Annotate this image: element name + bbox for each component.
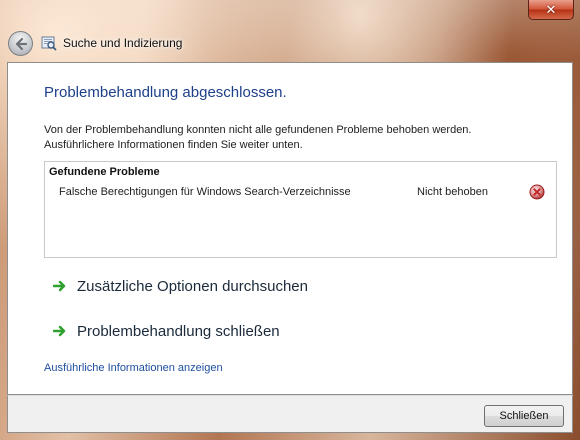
close-button[interactable]: Schließen <box>484 405 564 427</box>
list-item[interactable]: Falsche Berechtigungen für Windows Searc… <box>45 184 556 202</box>
problem-name: Falsche Berechtigungen für Windows Searc… <box>59 186 351 198</box>
content-area: Problembehandlung abgeschlossen. Von der… <box>7 62 573 395</box>
problems-header: Gefundene Probleme <box>49 166 160 178</box>
close-icon: ✕ <box>545 1 557 17</box>
option-label: Zusätzliche Optionen durchsuchen <box>77 277 308 295</box>
option-label: Problembehandlung schließen <box>77 322 280 340</box>
description-line: Ausführlichere Informationen finden Sie … <box>44 139 303 151</box>
glass-sheen <box>0 0 580 60</box>
description: Von der Problembehandlung konnten nicht … <box>44 123 544 153</box>
back-button[interactable] <box>8 31 33 56</box>
option-close-troubleshooter[interactable]: Problembehandlung schließen <box>53 320 280 342</box>
option-additional-search[interactable]: Zusätzliche Optionen durchsuchen <box>53 275 308 297</box>
problem-status: Nicht behoben <box>417 186 488 198</box>
window-title: Suche und Indizierung <box>63 36 183 50</box>
window-close-button[interactable]: ✕ <box>528 0 574 20</box>
error-icon <box>529 184 545 200</box>
green-arrow-icon <box>53 280 66 292</box>
details-link[interactable]: Ausführliche Informationen anzeigen <box>44 362 223 374</box>
green-arrow-icon <box>53 325 66 337</box>
page-title: Problembehandlung abgeschlossen. <box>44 84 287 101</box>
problems-list: Gefundene Probleme Falsche Berechtigunge… <box>44 161 557 258</box>
description-line: Von der Problembehandlung konnten nicht … <box>44 124 472 136</box>
footer-bar: Schließen <box>7 395 573 433</box>
back-arrow-icon <box>15 37 27 50</box>
search-indexing-icon <box>41 36 57 51</box>
